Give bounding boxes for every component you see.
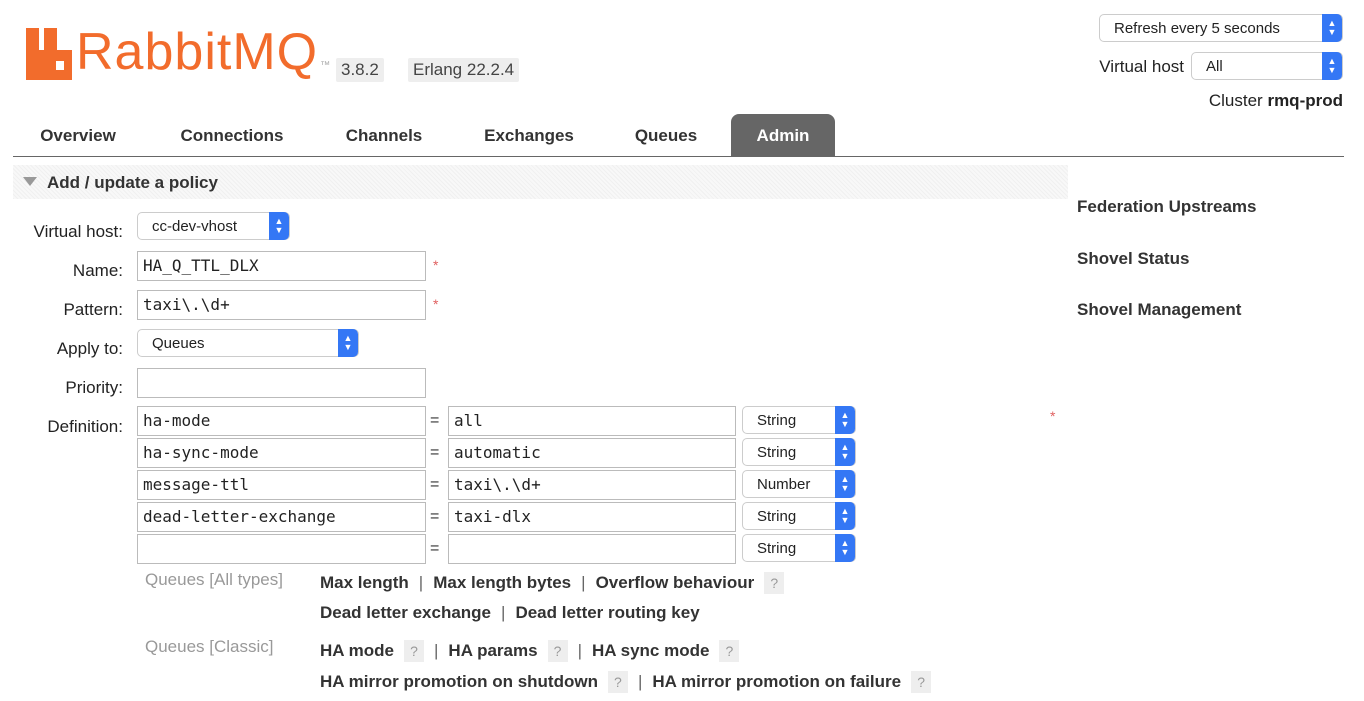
help-link-max-length[interactable]: Max length (320, 573, 409, 593)
help-link-ha-params[interactable]: HA params (448, 641, 537, 661)
tab-overview[interactable]: Overview (22, 114, 134, 156)
tab-exchanges[interactable]: Exchanges (465, 114, 593, 156)
separator: | (581, 573, 586, 592)
policy-name-input[interactable]: HA_Q_TTL_DLX (137, 251, 426, 281)
priority-field-label: Priority: (65, 378, 123, 397)
tab-divider (13, 156, 1344, 157)
definition-value-input[interactable]: taxi-dlx (448, 502, 736, 532)
trademark-mark: ™ (320, 60, 331, 71)
definition-type-select[interactable]: String ▲ ▼ (742, 406, 856, 434)
refresh-select[interactable]: Refresh every 5 seconds ▲ ▼ (1099, 14, 1343, 42)
definition-type-select[interactable]: Number ▲ ▼ (742, 470, 856, 498)
virtual-host-select[interactable]: All ▲ ▼ (1191, 52, 1343, 80)
equals-sign: = (430, 444, 440, 461)
help-links-row: HA mirror promotion on shutdown ? | HA m… (320, 671, 932, 693)
tab-connections[interactable]: Connections (160, 114, 304, 156)
definition-type-select[interactable]: String ▲ ▼ (742, 534, 856, 562)
separator: | (418, 573, 424, 592)
logo-text: RabbitMQ (76, 23, 319, 81)
help-question-icon[interactable]: ? (719, 640, 740, 662)
help-link-max-length-bytes[interactable]: Max length bytes (433, 573, 571, 593)
sidebar-link-shovel-status[interactable]: Shovel Status (1077, 249, 1189, 269)
separator: | (637, 672, 643, 691)
policy-section-header[interactable]: Add / update a policy (13, 165, 1068, 199)
help-link-dead-letter-routing-key[interactable]: Dead letter routing key (515, 603, 699, 623)
apply-to-select[interactable]: Queues ▲ ▼ (137, 329, 359, 357)
definition-key-input[interactable]: ha-mode (137, 406, 426, 436)
equals-sign: = (430, 540, 440, 557)
policy-vhost-select[interactable]: cc-dev-vhost ▲ ▼ (137, 212, 290, 240)
version-badge: 3.8.2 (336, 58, 384, 82)
required-mark: * (433, 296, 439, 312)
rabbitmq-logo: RabbitMQ ™ (26, 24, 330, 80)
select-arrows-icon: ▲ ▼ (338, 329, 358, 357)
equals-sign: = (430, 476, 440, 493)
help-question-icon[interactable]: ? (764, 572, 785, 594)
help-links-row: Max length | Max length bytes | Overflow… (320, 572, 785, 594)
tab-admin[interactable]: Admin (731, 114, 835, 156)
help-link-ha-sync-mode[interactable]: HA sync mode (592, 641, 709, 661)
tab-channels[interactable]: Channels (330, 114, 438, 156)
select-arrows-icon: ▲ ▼ (835, 406, 855, 434)
definition-key-input[interactable]: dead-letter-exchange (137, 502, 426, 532)
separator: | (577, 641, 582, 660)
definition-type-select[interactable]: String ▲ ▼ (742, 502, 856, 530)
required-mark: * (433, 257, 439, 273)
policy-pattern-input[interactable]: taxi\.\d+ (137, 290, 426, 320)
help-question-icon[interactable]: ? (547, 640, 568, 662)
help-group-label-all-types: Queues [All types] (145, 570, 283, 589)
help-link-overflow-behaviour[interactable]: Overflow behaviour (596, 573, 755, 593)
help-link-ha-mode[interactable]: HA mode (320, 641, 394, 661)
priority-input[interactable] (137, 368, 426, 398)
select-arrows-icon: ▲ ▼ (835, 534, 855, 562)
collapse-triangle-icon (23, 177, 37, 187)
virtual-host-label: Virtual host (1099, 57, 1184, 76)
select-arrows-icon: ▲ ▼ (1322, 52, 1342, 80)
definition-key-input[interactable]: message-ttl (137, 470, 426, 500)
definition-value-input[interactable]: taxi\.\d+ (448, 470, 736, 500)
tab-queues[interactable]: Queues (620, 114, 712, 156)
help-question-icon[interactable]: ? (404, 640, 424, 662)
definition-key-input[interactable]: ha-sync-mode (137, 438, 426, 468)
select-arrows-icon: ▲ ▼ (835, 438, 855, 466)
select-arrows-icon: ▲ ▼ (1322, 14, 1342, 42)
help-question-icon[interactable]: ? (911, 671, 932, 693)
section-title: Add / update a policy (47, 173, 218, 192)
cluster-label: Cluster (1208, 91, 1263, 110)
select-arrows-icon: ▲ ▼ (269, 212, 289, 240)
help-question-icon[interactable]: ? (607, 671, 628, 693)
separator: | (434, 641, 439, 660)
vhost-field-label: Virtual host: (33, 222, 123, 241)
rabbit-logo-icon (26, 28, 72, 82)
definition-value-input[interactable] (448, 534, 736, 564)
name-field-label: Name: (72, 261, 123, 280)
help-link-ha-promotion-shutdown[interactable]: HA mirror promotion on shutdown (320, 672, 598, 692)
help-links-row: Dead letter exchange | Dead letter routi… (320, 603, 700, 623)
pattern-field-label: Pattern: (63, 300, 123, 319)
help-link-ha-promotion-failure[interactable]: HA mirror promotion on failure (652, 672, 901, 692)
cluster-info: Cluster rmq-prod (1100, 91, 1343, 111)
definition-type-select[interactable]: String ▲ ▼ (742, 438, 856, 466)
sidebar-link-federation-upstreams[interactable]: Federation Upstreams (1077, 197, 1257, 217)
apply-to-field-label: Apply to: (56, 339, 123, 358)
help-group-label-classic: Queues [Classic] (145, 637, 274, 656)
required-mark: * (1050, 408, 1056, 424)
select-arrows-icon: ▲ ▼ (835, 502, 855, 530)
separator: | (501, 603, 506, 622)
equals-sign: = (430, 412, 440, 429)
help-link-dead-letter-exchange[interactable]: Dead letter exchange (320, 603, 491, 623)
definition-value-input[interactable]: automatic (448, 438, 736, 468)
equals-sign: = (430, 508, 440, 525)
select-arrows-icon: ▲ ▼ (835, 470, 855, 498)
cluster-name: rmq-prod (1267, 91, 1343, 110)
definition-field-label: Definition: (47, 417, 123, 436)
definition-value-input[interactable]: all (448, 406, 736, 436)
sidebar-link-shovel-management[interactable]: Shovel Management (1077, 300, 1241, 320)
help-links-row: HA mode ? | HA params ? | HA sync mode ? (320, 640, 740, 662)
definition-key-input[interactable] (137, 534, 426, 564)
erlang-badge: Erlang 22.2.4 (408, 58, 520, 82)
